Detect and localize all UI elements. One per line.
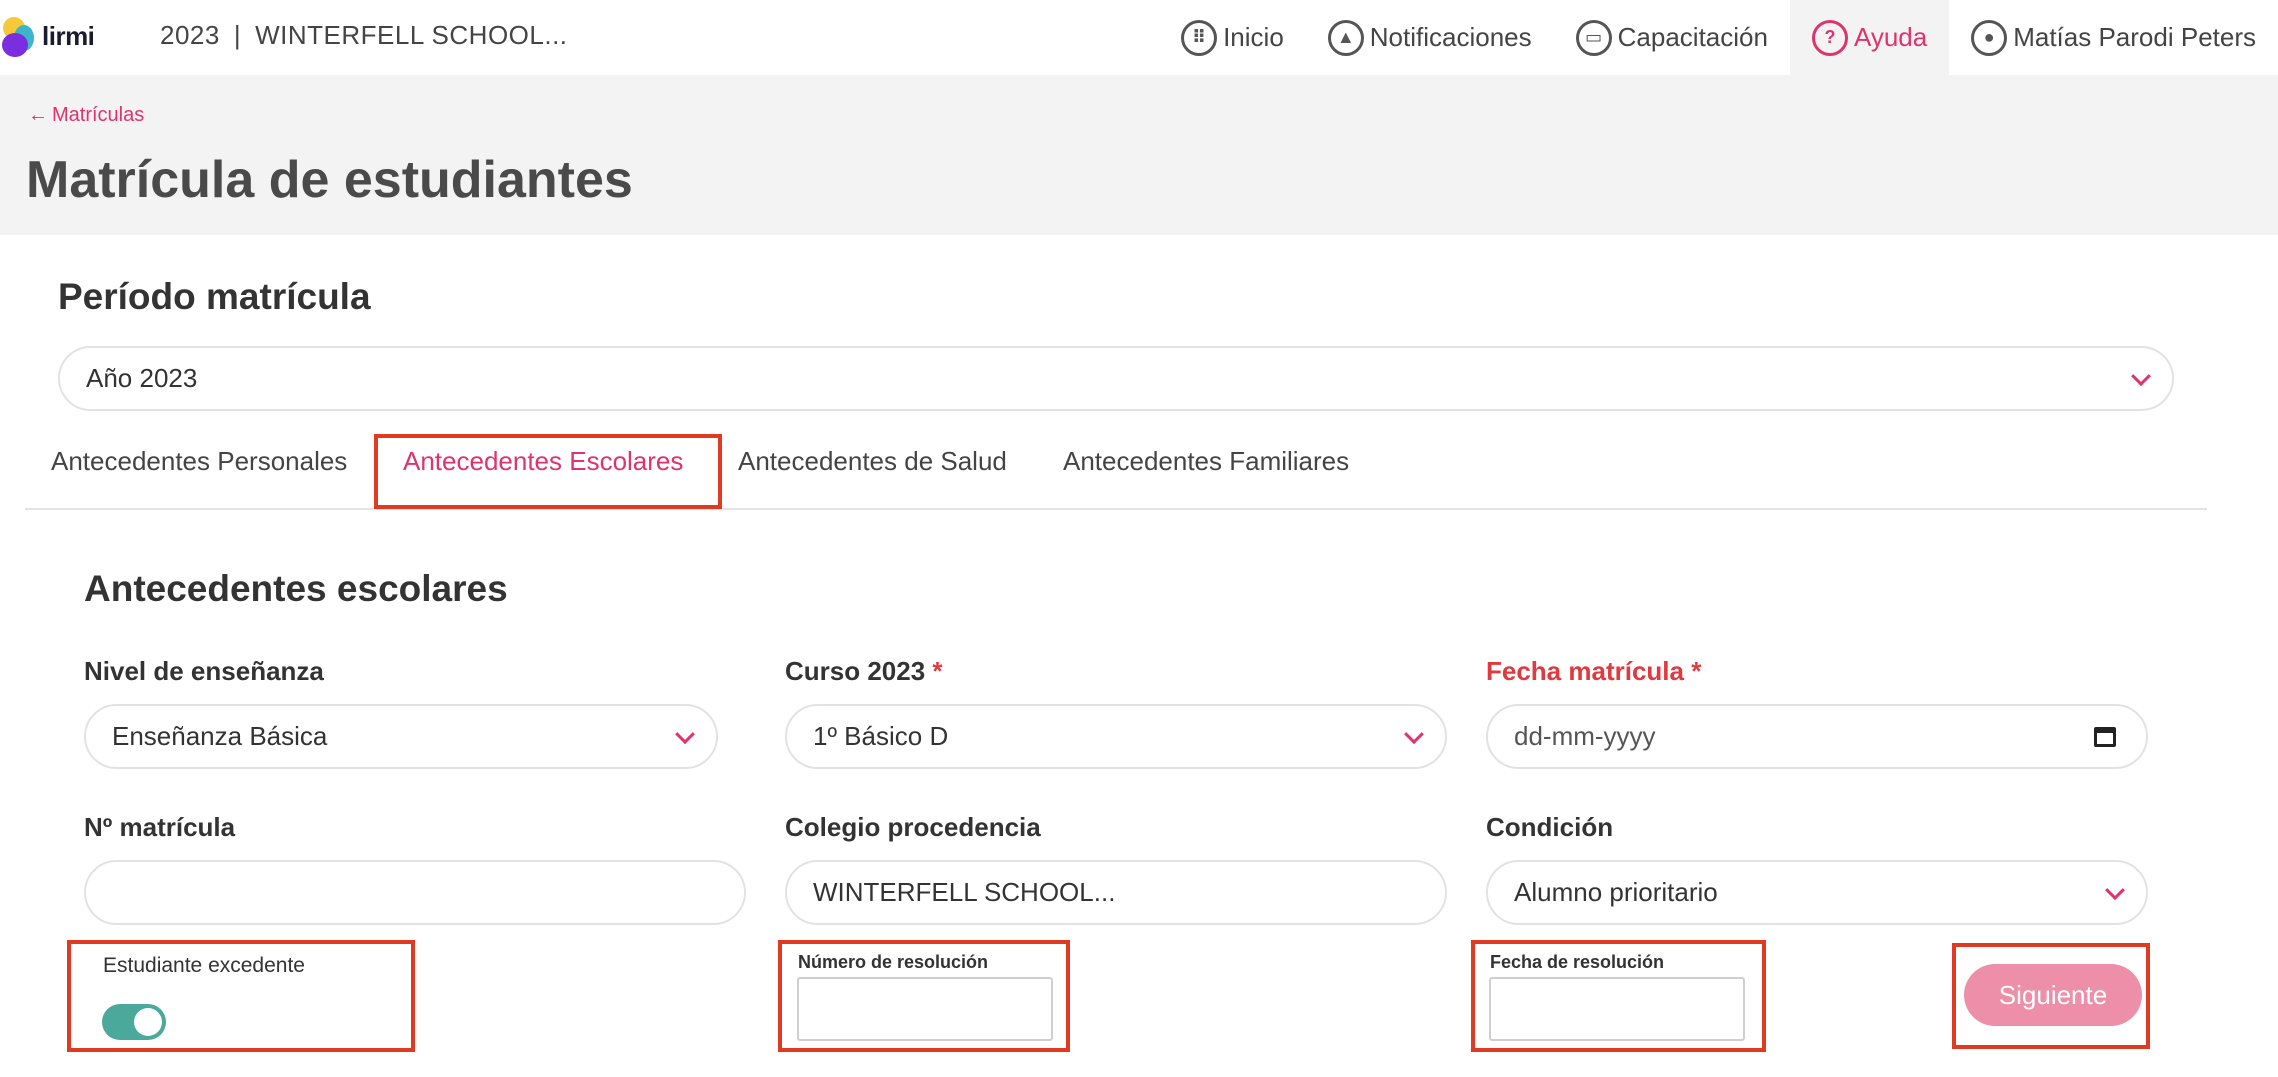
fecha-matricula-input[interactable]: dd-mm-yyyy: [1486, 704, 2148, 769]
period-title: Período matrícula: [58, 276, 371, 317]
nav-ayuda-label: Ayuda: [1853, 22, 1928, 52]
tab-antecedentes-familiares[interactable]: Antecedentes Familiares: [1063, 446, 1349, 477]
condicion-select[interactable]: Alumno prioritario: [1486, 860, 2148, 925]
nav-capacitacion-label: Capacitación: [1617, 22, 1768, 52]
required-marker: *: [932, 656, 943, 686]
calendar-icon[interactable]: [2094, 726, 2116, 747]
nav-ayuda[interactable]: ? Ayuda: [1789, 0, 1950, 75]
chevron-down-icon: [675, 723, 695, 744]
numero-matricula-input[interactable]: [84, 860, 746, 925]
nav-notificaciones-label: Notificaciones: [1369, 22, 1532, 52]
curso-label: Curso 2023 *: [785, 656, 943, 687]
user-name: Matías Parodi Peters: [2013, 22, 2256, 52]
siguiente-button[interactable]: Siguiente: [1964, 964, 2142, 1026]
tab-bar: Antecedentes Personales Antecedentes Esc…: [25, 430, 2207, 510]
context-separator: |: [233, 20, 242, 50]
chevron-down-icon: [2131, 365, 2151, 386]
top-navigation-bar: lirmi 2023 | WINTERFELL SCHOOL... ⠿ Inicio…: [0, 0, 2278, 75]
page-title: Matrícula de estudiantes: [26, 151, 633, 209]
toggle-knob: [134, 1008, 162, 1036]
chevron-down-icon: [1404, 723, 1424, 744]
nivel-select[interactable]: Enseñanza Básica: [84, 704, 718, 769]
chevron-down-icon: [2105, 879, 2125, 900]
school-context[interactable]: 2023 | WINTERFELL SCHOOL...: [160, 20, 568, 51]
fecha-resolucion-input[interactable]: [1489, 977, 1745, 1041]
excedente-toggle[interactable]: [102, 1004, 166, 1040]
grid-icon: ⠿: [1181, 19, 1218, 56]
lirmi-logo[interactable]: lirmi: [0, 14, 95, 58]
condicion-select-value: Alumno prioritario: [1514, 877, 1718, 907]
tab-antecedentes-personales[interactable]: Antecedentes Personales: [51, 446, 347, 477]
fecha-matricula-label: Fecha matrícula *: [1486, 656, 1701, 687]
logo-text: lirmi: [42, 20, 95, 51]
video-icon: ▭: [1575, 19, 1612, 56]
curso-select-value: 1º Básico D: [813, 721, 949, 751]
context-year: 2023: [160, 20, 220, 50]
excedente-label: Estudiante excedente: [103, 954, 305, 977]
back-link-matriculas[interactable]: ← Matrículas: [28, 104, 144, 127]
lirmi-logo-icon: [0, 15, 34, 57]
arrow-left-icon: ←: [28, 104, 48, 126]
fecha-matricula-label-text: Fecha matrícula: [1486, 656, 1684, 686]
numero-resolucion-label: Número de resolución: [798, 952, 989, 972]
nav-notificaciones[interactable]: ▲ Notificaciones: [1306, 0, 1554, 75]
nav-capacitacion[interactable]: ▭ Capacitación: [1554, 0, 1790, 75]
tab-antecedentes-salud[interactable]: Antecedentes de Salud: [738, 446, 1007, 477]
nav-inicio-label: Inicio: [1223, 22, 1284, 52]
nivel-select-value: Enseñanza Básica: [112, 721, 328, 751]
user-icon: ●: [1971, 19, 2008, 56]
condicion-label: Condición: [1486, 812, 1614, 842]
period-select[interactable]: Año 2023: [58, 346, 2174, 411]
fecha-resolucion-label: Fecha de resolución: [1490, 952, 1665, 972]
tab-highlight-box: [374, 434, 722, 509]
colegio-label: Colegio procedencia: [785, 812, 1041, 842]
nivel-label: Nivel de enseñanza: [84, 656, 324, 686]
colegio-input[interactable]: WINTERFELL SCHOOL...: [785, 860, 1447, 925]
nav-user-profile[interactable]: ● Matías Parodi Peters: [1949, 0, 2278, 75]
form-title: Antecedentes escolares: [84, 568, 508, 609]
back-link-label: Matrículas: [52, 104, 145, 126]
curso-select[interactable]: 1º Básico D: [785, 704, 1447, 769]
numero-resolucion-input[interactable]: [797, 977, 1053, 1041]
curso-label-text: Curso 2023: [785, 656, 926, 686]
numero-matricula-label: Nº matrícula: [84, 812, 236, 842]
bell-icon: ▲: [1327, 19, 1364, 56]
help-icon: ?: [1811, 19, 1848, 56]
nav-inicio[interactable]: ⠿ Inicio: [1159, 0, 1306, 75]
fecha-matricula-placeholder: dd-mm-yyyy: [1514, 721, 1656, 751]
context-school: WINTERFELL SCHOOL...: [255, 20, 568, 50]
main-nav: ⠿ Inicio ▲ Notificaciones ▭ Capacitación…: [1159, 0, 2278, 75]
colegio-value: WINTERFELL SCHOOL...: [813, 877, 1116, 907]
required-marker: *: [1691, 656, 1702, 686]
period-select-value: Año 2023: [86, 363, 198, 393]
